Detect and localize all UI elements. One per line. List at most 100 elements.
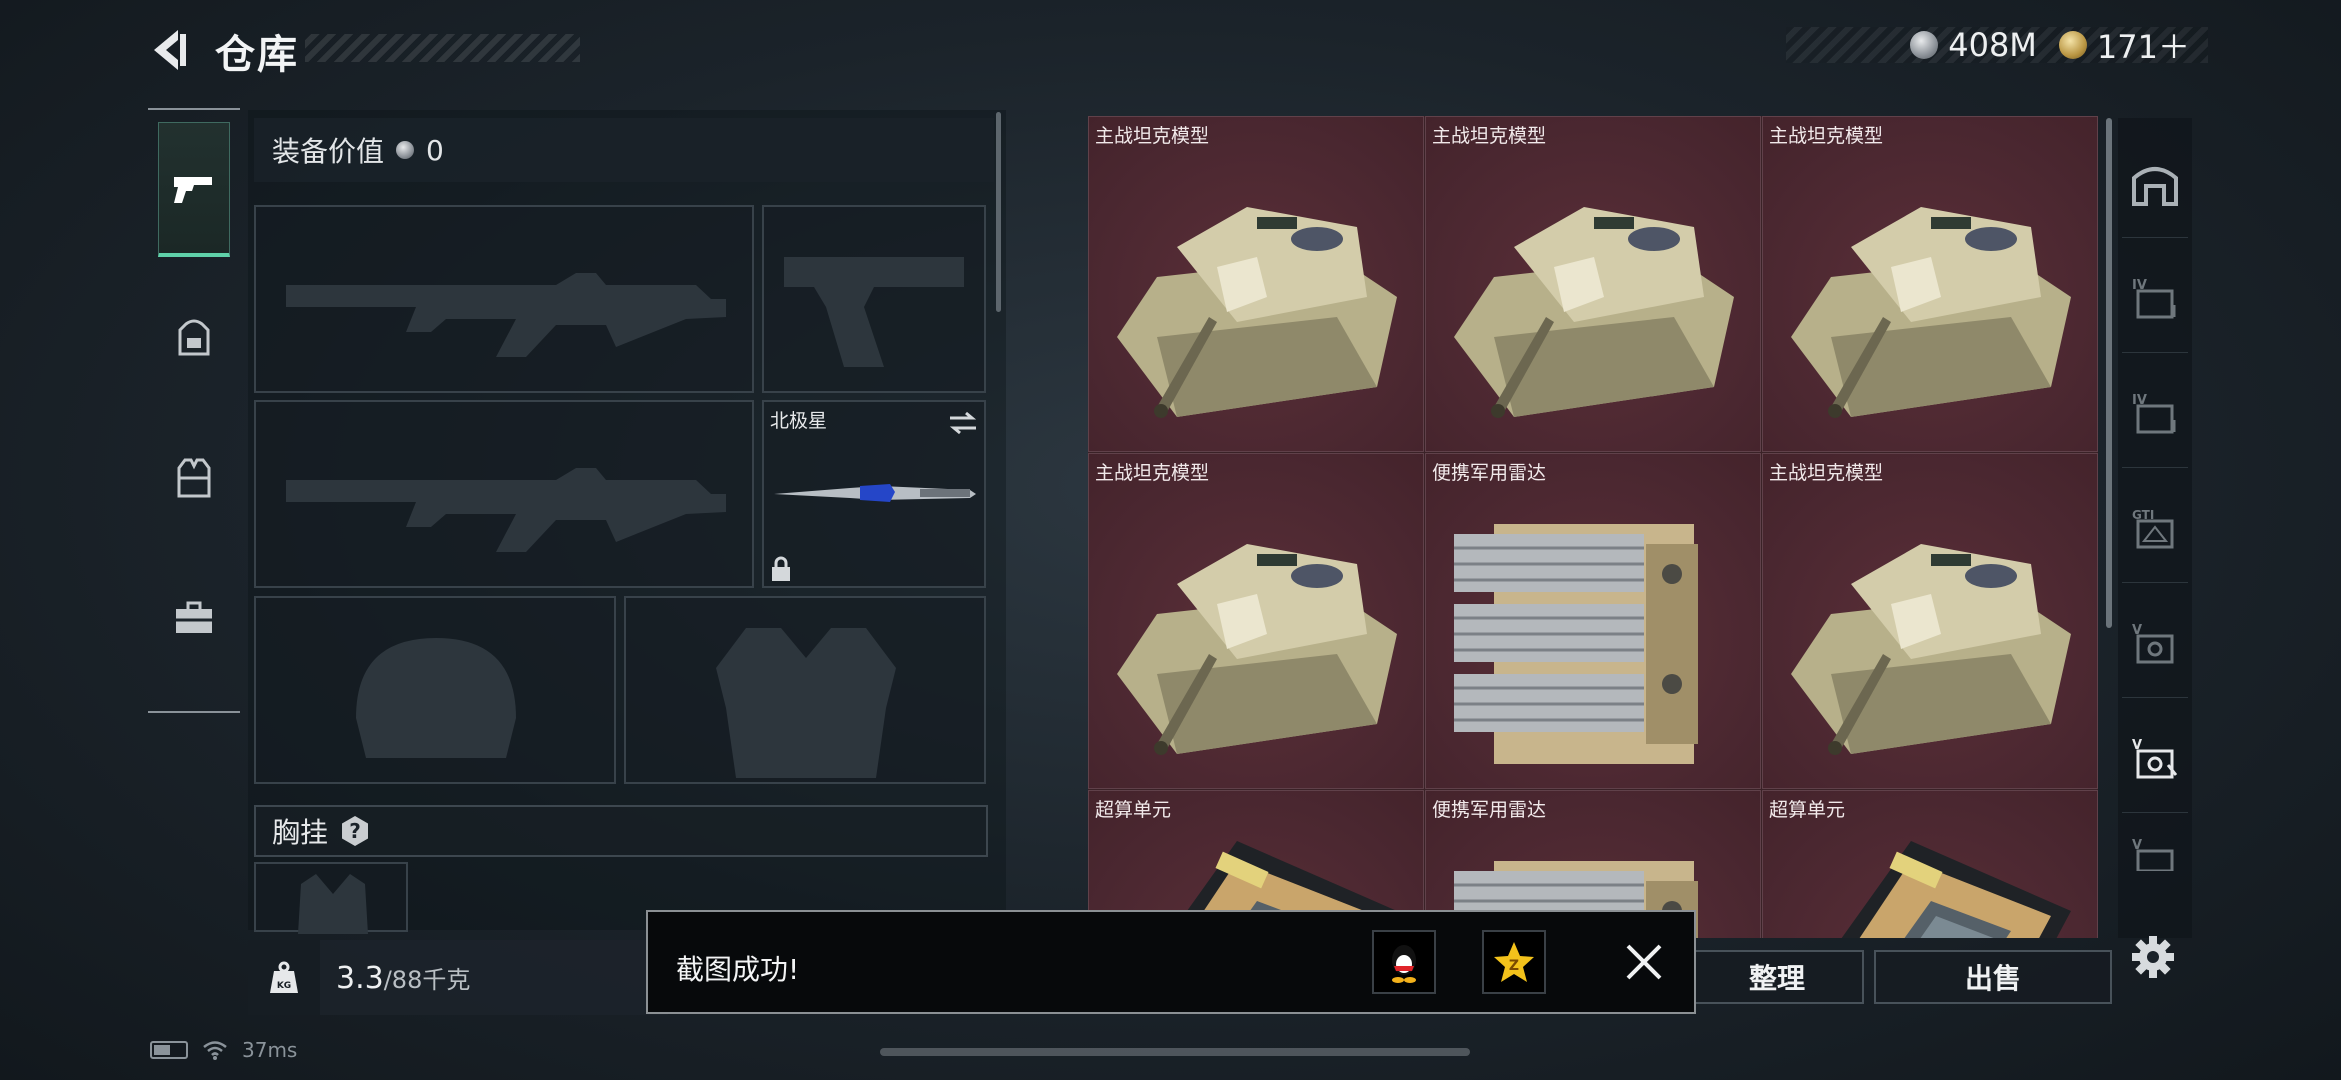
storage-item-name: 主战坦克模型 <box>1095 462 1210 484</box>
pistol-icon <box>174 177 212 203</box>
storage-item-name: 主战坦克模型 <box>1432 125 1547 147</box>
lock-icon <box>772 556 790 581</box>
storage-item-name: 主战坦克模型 <box>1769 125 1884 147</box>
silver-currency[interactable]: 408M <box>1910 26 2037 64</box>
home-indicator[interactable] <box>880 1048 1470 1056</box>
back-arrow-icon <box>154 30 186 70</box>
equipment-value-bar: 装备价值 0 <box>254 118 994 182</box>
toolbox-icon <box>176 601 212 633</box>
gear-icon <box>2132 936 2174 978</box>
body-armor-slot[interactable] <box>624 596 986 784</box>
help-icon[interactable]: ? <box>342 816 369 846</box>
case-iv-icon: IV <box>2132 393 2176 433</box>
melee-slot[interactable]: 北极星 <box>762 400 986 588</box>
share-qzone-button[interactable]: Z <box>1482 930 1546 994</box>
tab-tools[interactable] <box>158 550 230 685</box>
swap-arrows-icon[interactable] <box>948 410 978 436</box>
currency-bar: 408M 171＋ <box>1786 26 2208 66</box>
pistol-silhouette-icon <box>784 257 964 367</box>
stash-tab-case-4[interactable]: V <box>2122 588 2188 698</box>
backpack-icon <box>178 319 210 355</box>
stash-tab-case-5[interactable]: V <box>2122 703 2188 813</box>
storage-item-name: 超算单元 <box>1769 799 1846 821</box>
helmet-slot[interactable] <box>254 596 616 784</box>
home-stash-icon <box>2132 166 2178 206</box>
toast-message: 截图成功! <box>676 953 800 986</box>
secondary-rifle-slot[interactable] <box>254 400 754 588</box>
primary-weapon-slot[interactable] <box>254 205 754 393</box>
stash-tab-case-6[interactable]: V <box>2122 818 2188 888</box>
storage-item-name: 便携军用雷达 <box>1432 462 1547 484</box>
chest-rig-slot[interactable] <box>254 862 408 934</box>
stash-tab-case-1[interactable]: IV <box>2122 243 2188 353</box>
storage-item-name: 主战坦克模型 <box>1769 462 1884 484</box>
qzone-star-icon: Z <box>1494 942 1534 982</box>
stash-sidebar: IV IV GTI V V V <box>2118 118 2192 938</box>
helmet-silhouette-icon <box>356 638 516 758</box>
silver-amount: 408M <box>1948 26 2037 64</box>
silver-coin-icon <box>1910 31 1939 59</box>
stash-tab-main[interactable] <box>2122 128 2188 238</box>
tab-backpack[interactable] <box>158 270 230 405</box>
settings-button[interactable] <box>2128 932 2178 982</box>
close-icon <box>1626 944 1662 980</box>
case-v-icon: V <box>2132 738 2178 778</box>
storage-item-tank[interactable]: 主战坦克模型 <box>1088 453 1424 789</box>
case-v-icon: V <box>2132 623 2174 663</box>
tab-weapons[interactable] <box>158 122 230 257</box>
storage-item-tank[interactable]: 主战坦克模型 <box>1088 116 1424 452</box>
screenshot-toast: 截图成功! Z <box>646 910 1696 1014</box>
case-iv-icon: IV <box>2132 278 2176 318</box>
weight-max: /88千克 <box>383 965 471 994</box>
equipment-value: 0 <box>426 133 444 167</box>
equipment-scrollbar[interactable] <box>996 112 1001 312</box>
gold-amount: 171＋ <box>2096 28 2190 66</box>
stash-tab-case-3[interactable]: GTI <box>2122 473 2188 583</box>
case-gti-icon: GTI <box>2132 508 2174 548</box>
storage-item-tank[interactable]: 主战坦克模型 <box>1762 453 2098 789</box>
storage-item-tank[interactable]: 主战坦克模型 <box>1762 116 2098 452</box>
weight-bar: KG 3.3/88千克 <box>248 940 668 1015</box>
knife-icon <box>774 484 976 502</box>
storage-scrollbar[interactable] <box>2106 118 2112 628</box>
storage-item-radar[interactable]: 便携军用雷达 <box>1425 453 1761 789</box>
storage-grid: 主战坦克模型 主战坦克模型 主战坦克模型 主战坦克模型 便携军用雷达 主战坦克模型 超算单元… <box>1088 116 2098 938</box>
storage-item-name: 主战坦克模型 <box>1095 125 1210 147</box>
armor-silhouette-icon <box>716 628 896 778</box>
melee-name: 北极星 <box>770 410 828 432</box>
rifle-silhouette-icon <box>286 468 726 552</box>
vest-icon <box>177 458 211 497</box>
organize-button[interactable]: 整理 <box>1690 950 1864 1004</box>
secondary-weapon-slot[interactable] <box>762 205 986 393</box>
page-title: 仓库 <box>215 32 299 78</box>
storage-item-chip[interactable]: 超算单元 <box>1762 790 2098 938</box>
kg-weight-icon: KG <box>248 940 320 1015</box>
title-decoration <box>305 34 580 62</box>
stash-tab-case-2[interactable]: IV <box>2122 358 2188 468</box>
sell-button[interactable]: 出售 <box>1874 950 2112 1004</box>
device-status-bar: 37ms <box>150 1035 297 1065</box>
tab-armor[interactable] <box>158 410 230 545</box>
qq-penguin-icon <box>1392 945 1416 983</box>
ping-readout: 37ms <box>242 1038 298 1062</box>
weight-readout: 3.3/88千克 <box>336 960 470 996</box>
share-qq-button[interactable] <box>1372 930 1436 994</box>
chest-rig-header: 胸挂 ? <box>254 805 988 857</box>
gold-currency[interactable]: 171＋ <box>2058 22 2190 68</box>
svg-text:Z: Z <box>1509 958 1519 974</box>
equipment-value-label: 装备价值 <box>272 135 385 168</box>
toast-close-button[interactable] <box>1616 934 1672 990</box>
back-button[interactable] <box>148 26 192 74</box>
silver-coin-icon <box>396 141 415 159</box>
weight-current: 3.3 <box>336 960 384 996</box>
case-v-icon: V <box>2132 838 2174 871</box>
wifi-icon <box>203 1041 227 1060</box>
gold-coin-icon <box>2058 31 2087 59</box>
battery-icon <box>150 1041 188 1059</box>
storage-item-name: 超算单元 <box>1095 799 1172 821</box>
storage-item-tank[interactable]: 主战坦克模型 <box>1425 116 1761 452</box>
category-sidebar <box>148 108 240 713</box>
chest-rig-label: 胸挂 <box>272 816 329 849</box>
chest-rig-silhouette-icon <box>298 874 368 934</box>
rifle-silhouette-icon <box>286 273 726 357</box>
